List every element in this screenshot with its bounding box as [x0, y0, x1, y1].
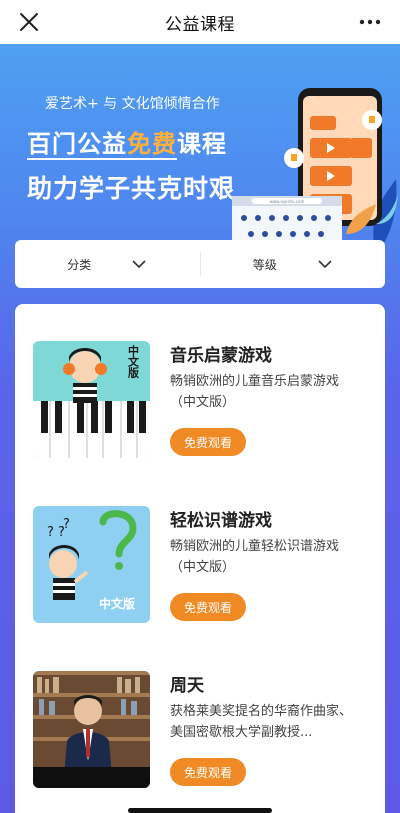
chevron-down-icon: [132, 260, 146, 269]
thumbnail-label: 中文版: [127, 344, 140, 379]
banner-illustration: www.aiyishu.com: [232, 88, 398, 262]
course-description: 畅销欧洲的儿童轻松识谱游戏（中文版）: [170, 539, 340, 575]
watch-free-button[interactable]: 免费观看: [170, 593, 246, 621]
course-thumbnail-sight-reading: ? ? ? 中文版: [33, 506, 150, 623]
filter-level-label: 等级: [252, 257, 277, 272]
course-item[interactable]: ? ? ? 中文版 轻松识谱游戏 畅销欧洲的儿童轻松识谱游戏（中文版） 免费观看: [33, 506, 373, 624]
close-icon[interactable]: [18, 11, 40, 33]
banner-headline-free: 免费: [127, 130, 177, 160]
more-dots-icon[interactable]: [358, 12, 382, 32]
home-indicator: [128, 808, 272, 813]
course-title: 音乐启蒙游戏: [170, 346, 272, 366]
banner-screen-url: www.aiyishu.com: [270, 199, 305, 204]
course-list: 中文版 音乐启蒙游戏 畅销欧洲的儿童音乐启蒙游戏（中文版） 免费观看 ? ? ?…: [15, 304, 385, 813]
chevron-down-icon: [318, 260, 332, 269]
banner-subtitle: 爱艺术+ 与 文化馆倾情合作: [45, 96, 220, 112]
course-item[interactable]: 周天 获格莱美奖提名的华裔作曲家、美国密歇根大学副教授... 免费观看: [33, 671, 373, 789]
filter-bar: 分类 等级: [15, 240, 385, 288]
watch-free-button[interactable]: 免费观看: [170, 758, 246, 786]
top-bar: 公益课程: [0, 0, 400, 44]
course-title: 轻松识谱游戏: [170, 511, 272, 531]
page-background: 爱艺术+ 与 文化馆倾情合作 百门公益免费课程 助力学子共克时艰 www.aiy…: [0, 44, 400, 813]
banner-headline: 百门公益免费课程: [27, 124, 227, 160]
course-thumbnail-zhou-tian: [33, 671, 150, 788]
thumbnail-label: 中文版: [99, 596, 135, 611]
filter-level[interactable]: 等级: [201, 240, 386, 288]
course-thumbnail-music-game: 中文版: [33, 341, 150, 458]
course-description: 获格莱美奖提名的华裔作曲家、美国密歇根大学副教授...: [170, 704, 353, 740]
banner-slogan: 助力学子共克时艰: [27, 174, 236, 203]
filter-category[interactable]: 分类: [15, 240, 200, 288]
watch-free-button[interactable]: 免费观看: [170, 428, 246, 456]
page-title: 公益课程: [165, 14, 235, 35]
banner-headline-part1: 百门公益: [27, 130, 127, 160]
course-item[interactable]: 中文版 音乐启蒙游戏 畅销欧洲的儿童音乐启蒙游戏（中文版） 免费观看: [33, 341, 373, 459]
course-description: 畅销欧洲的儿童音乐启蒙游戏（中文版）: [170, 374, 340, 410]
banner-headline-part3: 课程: [177, 130, 227, 158]
filter-category-label: 分类: [67, 257, 92, 272]
svg-text:?: ?: [63, 517, 70, 532]
course-title: 周天: [170, 676, 204, 696]
